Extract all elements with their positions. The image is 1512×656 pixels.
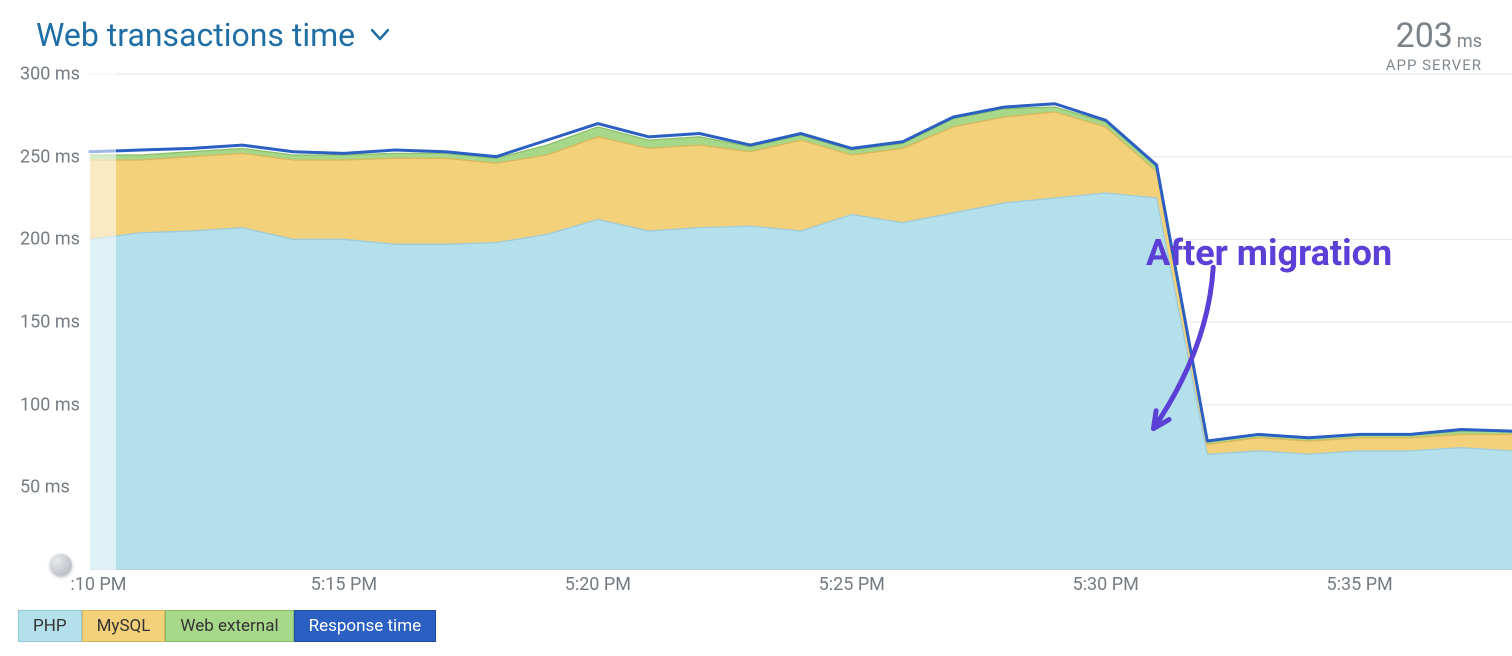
chart-title-dropdown[interactable]: Web transactions time bbox=[36, 16, 389, 54]
legend-web-external[interactable]: Web external bbox=[165, 610, 293, 642]
legend-label: Response time bbox=[309, 616, 422, 636]
scrub-handle[interactable] bbox=[50, 554, 72, 576]
legend-label: PHP bbox=[33, 616, 67, 636]
x-tick-label: 5:30 PM bbox=[1073, 574, 1139, 595]
x-tick-label: 5:20 PM bbox=[565, 574, 631, 595]
x-tick-label: :10 PM bbox=[70, 574, 126, 595]
chart-svg bbox=[18, 66, 1512, 570]
chart-area[interactable]: After migration 50 ms100 ms150 ms200 ms2… bbox=[18, 66, 1512, 570]
x-axis: :10 PM 5:15 PM 5:20 PM 5:25 PM 5:30 PM 5:35 P… bbox=[18, 574, 1512, 600]
legend-php[interactable]: PHP bbox=[18, 610, 82, 642]
metric-unit: ms bbox=[1457, 31, 1482, 52]
legend-response-time[interactable]: Response time bbox=[294, 610, 437, 642]
x-tick-label: 5:15 PM bbox=[311, 574, 377, 595]
metric-value: 203 bbox=[1396, 16, 1453, 56]
legend-mysql[interactable]: MySQL bbox=[82, 610, 166, 642]
x-tick-label: 5:35 PM bbox=[1327, 574, 1393, 595]
legend-label: MySQL bbox=[97, 616, 151, 636]
chart-title: Web transactions time bbox=[36, 16, 355, 54]
x-tick-label: 5:25 PM bbox=[819, 574, 885, 595]
legend-label: Web external bbox=[180, 616, 278, 636]
chevron-down-icon bbox=[371, 29, 389, 41]
legend: PHP MySQL Web external Response time bbox=[18, 610, 436, 642]
